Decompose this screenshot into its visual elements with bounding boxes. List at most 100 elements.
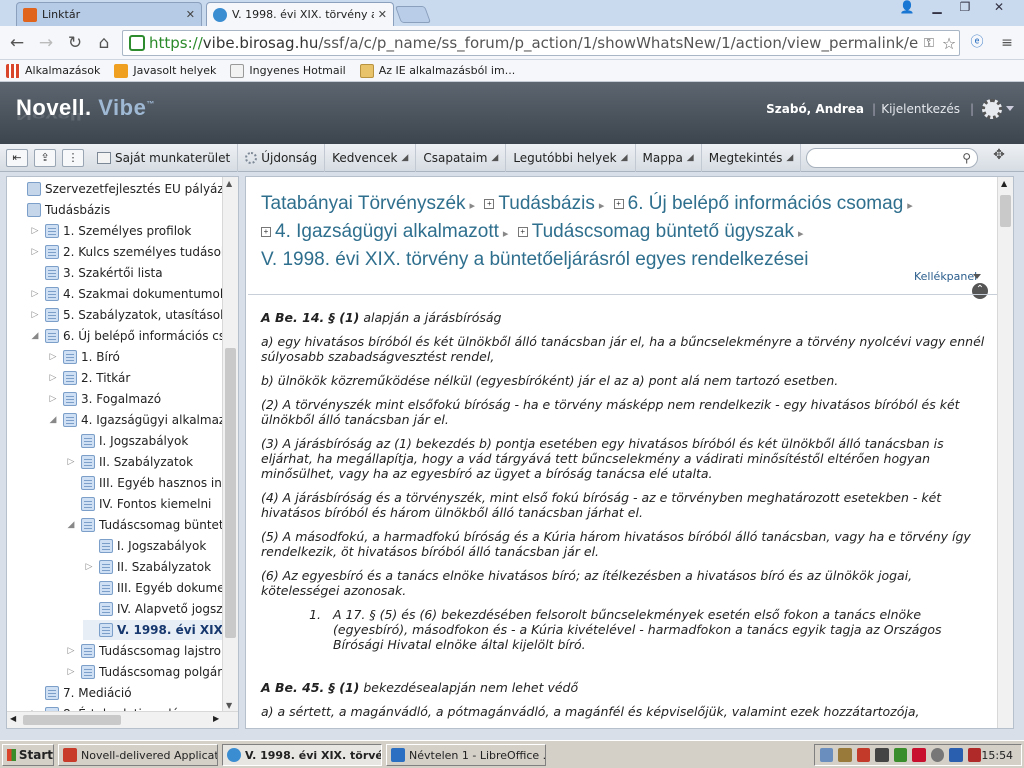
- upload-icon[interactable]: ⇪: [34, 148, 56, 167]
- scrollbar-thumb[interactable]: [225, 348, 236, 638]
- tree-item[interactable]: IV. Alapvető jogszabályok: [83, 599, 238, 619]
- back-button[interactable]: ←: [6, 32, 28, 54]
- bookmark-hotmail[interactable]: Ingyenes Hotmail: [230, 63, 346, 78]
- scrollbar-thumb[interactable]: [23, 715, 121, 725]
- tree-item[interactable]: ▷ Tudáscsomag lajstrom: [65, 641, 238, 661]
- tree-item[interactable]: ◢ 4. Igazságügyi alkalmazott: [47, 410, 238, 430]
- nav-my-workspace[interactable]: Saját munkaterület: [90, 143, 239, 172]
- scroll-right-icon[interactable]: ▶: [213, 714, 219, 723]
- breadcrumb-item-new-entrant[interactable]: +6. Új belépő információs csomag: [613, 193, 903, 214]
- chrome-menu-icon[interactable]: ≡: [996, 32, 1018, 54]
- close-window-button[interactable]: ✕: [982, 0, 1016, 18]
- expand-arrow-icon[interactable]: ▷: [29, 246, 41, 258]
- tab-vibe-law[interactable]: V. 1998. évi XIX. törvény a b ✕: [206, 2, 394, 26]
- tree-view-icon[interactable]: ⋮: [62, 148, 84, 167]
- tree-item[interactable]: I. Jogszabályok: [65, 431, 238, 451]
- sidebar-toggle-icon[interactable]: ⇤: [6, 148, 28, 167]
- close-tab-icon[interactable]: ✕: [378, 8, 387, 21]
- chevron-down-icon[interactable]: [973, 274, 981, 279]
- tree-item[interactable]: ▷ 2. Titkár: [47, 368, 238, 388]
- expand-arrow-icon[interactable]: ▷: [47, 393, 59, 405]
- collapse-arrow-icon[interactable]: ◢: [29, 330, 41, 342]
- tree-item[interactable]: ◢ Tudáscsomag büntető ügyszak: [65, 515, 238, 535]
- expand-icon[interactable]: +: [261, 226, 271, 237]
- tree-item[interactable]: IV. Fontos kiemelni: [65, 494, 238, 514]
- nav-folder[interactable]: Mappa ◢: [636, 143, 702, 172]
- expand-arrow-icon[interactable]: ▷: [65, 666, 77, 678]
- tree-item[interactable]: ▷ 3. Fogalmazó: [47, 389, 238, 409]
- breadcrumb-item-knowledge-base[interactable]: + Tudásbázis: [484, 193, 595, 214]
- expand-arrow-icon[interactable]: ▷: [47, 372, 59, 384]
- start-button[interactable]: Start: [2, 744, 54, 766]
- bookmark-star-icon[interactable]: ☆: [939, 34, 959, 53]
- scroll-left-icon[interactable]: ◀: [10, 714, 16, 723]
- accessory-panel-link[interactable]: Kellékpanel: [914, 270, 977, 283]
- tree-item[interactable]: V. 1998. évi XIX. törvény: [83, 620, 238, 640]
- shield-icon[interactable]: [967, 748, 982, 762]
- reload-button[interactable]: ↻: [64, 32, 86, 54]
- collapse-up-icon[interactable]: ⌃: [972, 283, 988, 299]
- breadcrumb-item-judicial-employee[interactable]: +4. Igazságügyi alkalmazott: [261, 221, 499, 242]
- expand-arrow-icon[interactable]: ▷: [65, 645, 77, 657]
- gear-icon[interactable]: [982, 99, 1002, 119]
- user-name-link[interactable]: Szabó, Andrea: [766, 102, 864, 116]
- tab-linktar[interactable]: Linktár ✕: [16, 2, 202, 26]
- search-icon[interactable]: ⚲: [962, 151, 971, 165]
- expand-icon[interactable]: +: [517, 226, 528, 237]
- expand-arrow-icon[interactable]: ▷: [83, 561, 95, 573]
- scroll-up-icon[interactable]: ▲: [1001, 179, 1007, 188]
- bookmark-ie-folder[interactable]: Az IE alkalmazásból im...: [359, 63, 515, 78]
- scrollbar-thumb[interactable]: [1000, 195, 1011, 227]
- nav-recent-places[interactable]: Legutóbbi helyek ◢: [506, 143, 636, 172]
- tree-item[interactable]: ▷ 5. Szabályzatok, utasítások, rendelkezé…: [29, 305, 238, 325]
- expand-icon[interactable]: +: [484, 198, 495, 209]
- breadcrumb-item-criminal-pack[interactable]: + Tudáscsomag büntető ügyszak: [517, 221, 794, 242]
- update-icon[interactable]: [930, 748, 945, 762]
- nav-view[interactable]: Megtekintés ◢: [702, 143, 802, 172]
- ie-tab-icon[interactable]: ⓔ: [966, 32, 988, 54]
- expand-arrow-icon[interactable]: ▷: [65, 456, 77, 468]
- novell-icon[interactable]: [912, 748, 926, 762]
- flag-icon[interactable]: [893, 748, 908, 762]
- tree-vertical-scrollbar[interactable]: ▲ ▼: [222, 177, 238, 712]
- tree-item[interactable]: 7. Mediáció: [29, 683, 238, 703]
- security-icon[interactable]: [949, 748, 963, 762]
- nav-favorites[interactable]: Kedvencek ◢: [325, 143, 417, 172]
- content-vertical-scrollbar[interactable]: ▲: [997, 177, 1013, 728]
- address-bar[interactable]: https://vibe.birosag.hu/ssf/a/c/p_name/s…: [122, 30, 960, 56]
- taskbar-item-novell-apps[interactable]: Novell-delivered Applicati...: [58, 744, 218, 766]
- tree-item[interactable]: III. Egyéb dokumentumok: [83, 578, 238, 598]
- tree-item[interactable]: ▷ 4. Szakmai dokumentumok: [29, 284, 238, 304]
- search-input[interactable]: ⚲: [806, 148, 978, 168]
- chevron-down-icon[interactable]: [1006, 106, 1014, 111]
- expand-arrow-icon[interactable]: ▷: [29, 225, 41, 237]
- tray-app-icon[interactable]: [875, 748, 889, 762]
- search-options-icon[interactable]: ✥: [984, 147, 1014, 169]
- tree-item[interactable]: ▷ II. Szabályzatok: [65, 452, 238, 472]
- tree-item[interactable]: Tudásbázis: [11, 200, 238, 220]
- profile-icon[interactable]: 👤: [894, 0, 920, 18]
- maximize-window-button[interactable]: ❐: [952, 0, 978, 18]
- nav-whats-new[interactable]: Újdonság: [238, 143, 326, 172]
- tree-item[interactable]: 3. Szakértői lista: [29, 263, 238, 283]
- collapse-arrow-icon[interactable]: ◢: [47, 414, 59, 426]
- tree-item[interactable]: ◢ 6. Új belépő információs csomag: [29, 326, 238, 346]
- close-tab-icon[interactable]: ✕: [186, 8, 195, 21]
- breadcrumb-item-court[interactable]: Tatabányai Törvényszék: [261, 193, 466, 214]
- logout-link[interactable]: Kijelentkezés: [881, 102, 960, 116]
- tree-item[interactable]: ▷ 2. Kulcs személyes tudások szerinti: [29, 242, 238, 262]
- antivirus-icon[interactable]: [856, 748, 871, 762]
- bookmark-apps[interactable]: Alkalmazások: [6, 63, 100, 78]
- scroll-down-icon[interactable]: ▼: [226, 701, 232, 710]
- key-icon[interactable]: ⚿: [919, 36, 939, 51]
- nav-my-teams[interactable]: Csapataim ◢: [416, 143, 507, 172]
- forward-button[interactable]: →: [35, 32, 57, 54]
- taskbar-item-chrome[interactable]: V. 1998. évi XIX. törvé...: [222, 744, 382, 766]
- tree-item[interactable]: ▷ 1. Személyes profilok: [29, 221, 238, 241]
- minimize-window-button[interactable]: ▁: [924, 0, 950, 18]
- tree-item[interactable]: ▷ II. Szabályzatok: [83, 557, 238, 577]
- scroll-up-icon[interactable]: ▲: [226, 179, 232, 188]
- home-button[interactable]: ⌂: [93, 32, 115, 54]
- bookmark-suggested[interactable]: Javasolt helyek: [114, 63, 216, 78]
- speaker-icon[interactable]: [838, 748, 852, 762]
